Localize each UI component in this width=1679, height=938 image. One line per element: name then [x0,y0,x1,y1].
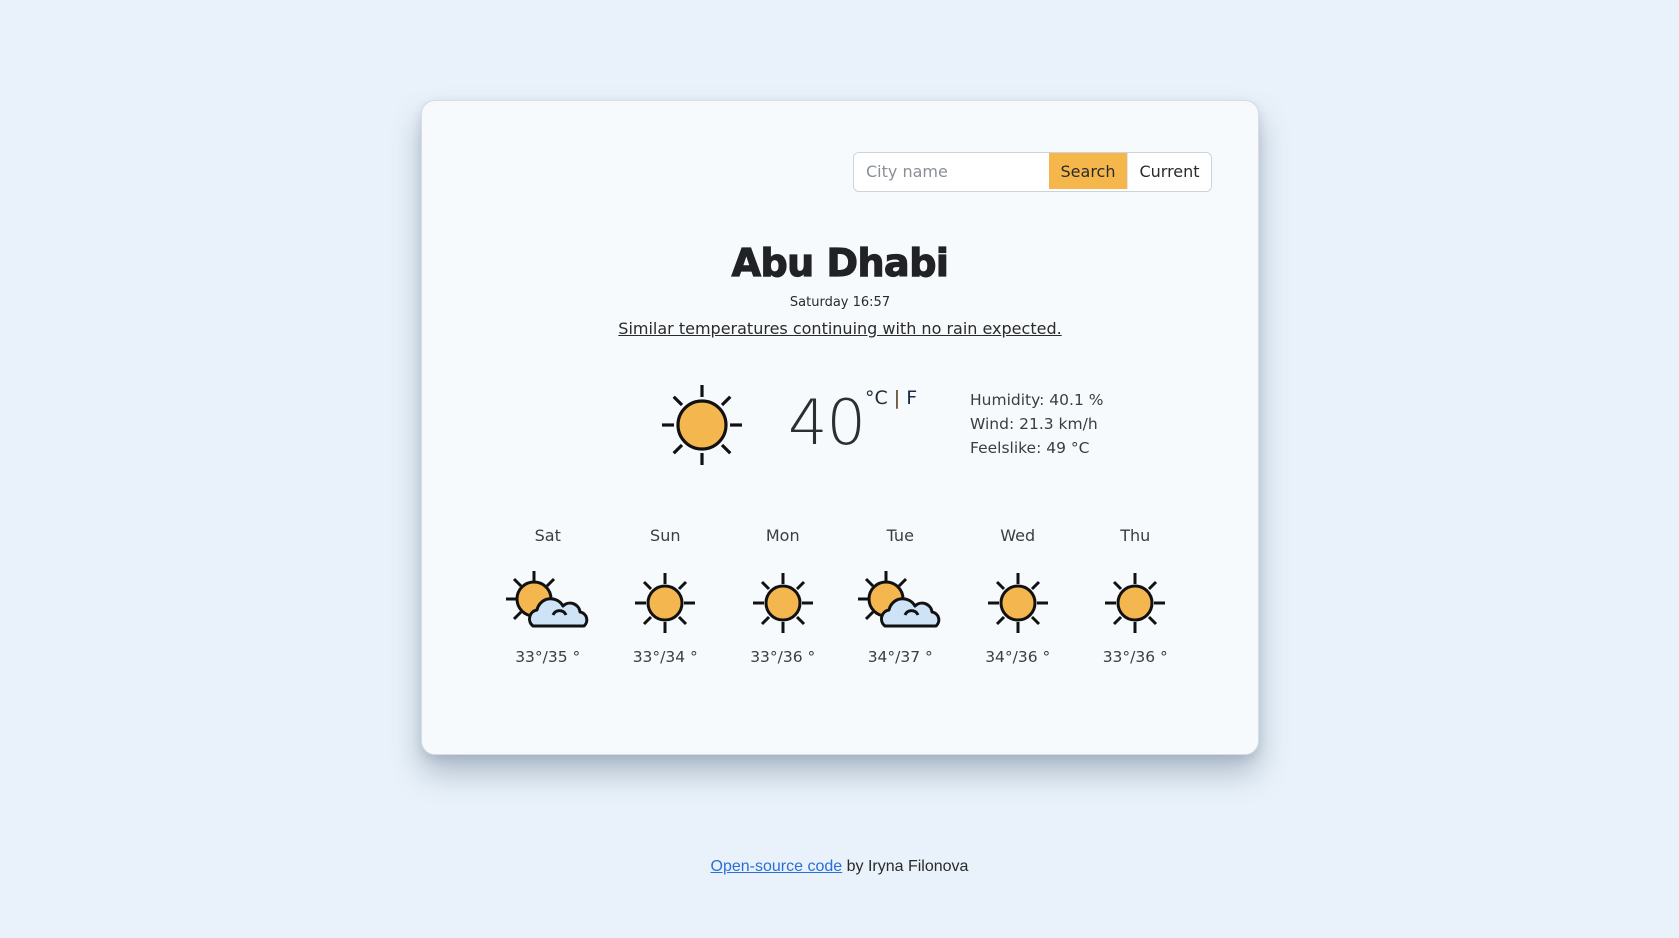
forecast-day: Tue 34°/37 ° [842,526,960,666]
unit-toggle: °C | F [865,387,917,409]
sun-icon [987,573,1048,633]
forecast-day: Sat 33°/35 ° [489,526,607,666]
sun-icon [1105,573,1166,633]
forecast-day: Thu 33°/36 ° [1077,526,1195,666]
footer: Open-source code by Iryna Filonova [0,858,1679,876]
forecast-day-name: Tue [886,526,914,545]
search-form: Search Current [853,152,1212,192]
partly-cloudy-icon [505,571,589,628]
feelslike: Feelslike: 49 °C [970,439,1090,457]
fahrenheit-unit-link[interactable]: F [906,387,917,409]
humidity: Humidity: 40.1 % [970,391,1104,409]
city-search-input[interactable] [854,153,1049,189]
weather-details: Humidity: 40.1 % Wind: 21.3 km/h Feelsli… [970,388,1103,460]
unit-separator: | [893,387,901,409]
sun-icon [635,573,696,633]
open-source-code-link[interactable]: Open-source code [711,858,843,875]
forecast-day-name: Sat [534,526,561,545]
forecast-day-name: Thu [1120,526,1151,545]
celsius-unit-link[interactable]: °C [865,387,888,409]
current-temperature: 40 [788,386,866,459]
forecast-temperature: 33°/35 ° [515,648,581,666]
current-location-button[interactable]: Current [1127,153,1211,189]
sun-icon [752,573,813,633]
forecast-day-name: Mon [765,526,800,545]
city-name: Abu Dhabi [731,240,950,285]
sun-icon [662,385,742,465]
weather-description: Similar temperatures continuing with no … [618,319,1062,338]
footer-author: by Iryna Filonova [842,858,969,875]
forecast-temperature: 33°/34 ° [632,648,698,666]
wind: Wind: 21.3 km/h [970,415,1098,433]
current-weather: 40 °C | F Humidity: 40.1 % Wind: 21.3 km/h… [422,379,1258,469]
forecast-temperature: 33°/36 ° [1102,648,1168,666]
forecast-day-name: Sun [650,526,681,545]
weather-card: Search Current Abu Dhabi Saturday 16:57 … [421,100,1259,755]
forecast-temperature: 34°/37 ° [867,648,933,666]
forecast-day: Wed 34°/36 ° [959,526,1077,666]
date-time: Saturday 16:57 [789,295,891,310]
forecast-day: Mon 33°/36 ° [724,526,842,666]
forecast-day-name: Wed [1000,526,1036,545]
forecast-day: Sun 33°/34 ° [607,526,725,666]
forecast-temperature: 33°/36 ° [750,648,816,666]
search-button[interactable]: Search [1049,153,1127,189]
partly-cloudy-icon [858,571,941,628]
forecast-temperature: 34°/36 ° [985,648,1051,666]
forecast: Sat 33°/35 ° Sun 33°/34 ° Mon 33°/36 ° T… [489,526,1194,666]
